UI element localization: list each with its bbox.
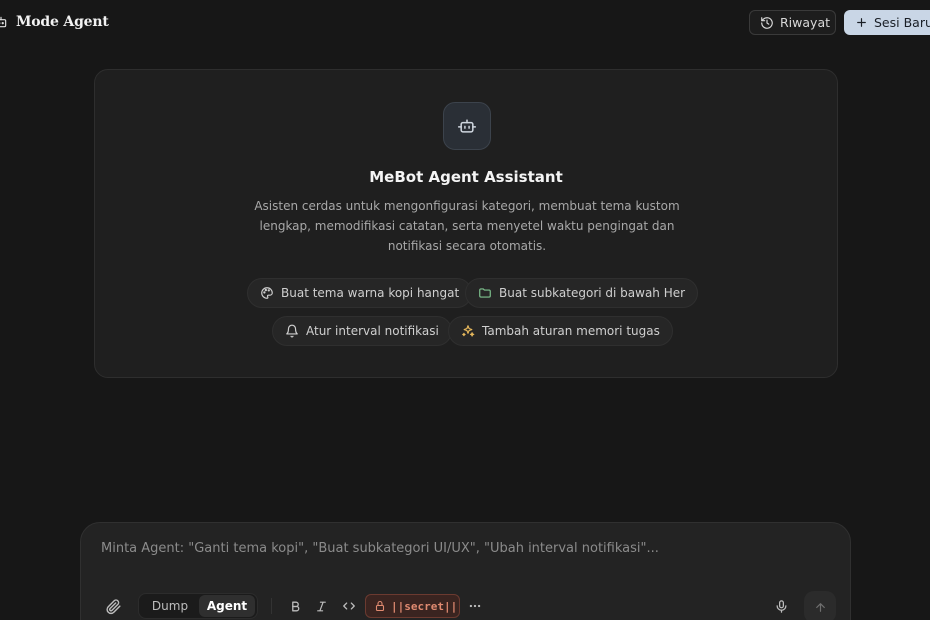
microphone-icon (774, 599, 789, 614)
composer: Dump Agent (80, 522, 851, 620)
composer-toolbar: Dump Agent ||secret|| (81, 591, 850, 620)
more-horizontal-icon (468, 599, 482, 613)
secret-label: ||secret|| (391, 599, 458, 613)
history-label: Riwayat (780, 15, 830, 30)
toolbar-divider (271, 598, 272, 614)
page-title: Mode Agent (16, 14, 109, 30)
welcome-card: MeBot Agent Assistant Asisten cerdas unt… (94, 69, 838, 378)
lock-icon (374, 600, 386, 612)
palette-icon (260, 286, 274, 300)
mode-agent-button[interactable]: Agent (199, 595, 255, 617)
bell-icon (285, 324, 299, 338)
code-button[interactable] (339, 596, 359, 616)
code-icon (342, 599, 356, 613)
send-button[interactable] (804, 591, 836, 620)
voice-input-button[interactable] (771, 596, 791, 616)
plus-icon (855, 16, 868, 29)
suggestion-chip-notification[interactable]: Atur interval notifikasi (272, 316, 452, 346)
history-button[interactable]: Riwayat (749, 10, 836, 35)
suggestion-chip-theme[interactable]: Buat tema warna kopi hangat (247, 278, 473, 308)
paperclip-icon (105, 598, 122, 615)
suggestion-label: Buat subkategori di bawah Her (499, 286, 686, 300)
suggestion-label: Atur interval notifikasi (306, 324, 439, 338)
suggestion-label: Tambah aturan memori tugas (482, 324, 660, 338)
new-session-button[interactable]: Sesi Baru (844, 10, 930, 35)
history-icon (760, 16, 774, 30)
welcome-description: Asisten cerdas untuk mengonfigurasi kate… (254, 199, 680, 253)
prompt-input[interactable] (101, 541, 821, 556)
suggestion-chip-memory-rule[interactable]: Tambah aturan memori tugas (448, 316, 673, 346)
italic-icon (315, 600, 328, 613)
sparkles-icon (461, 324, 475, 338)
bold-icon (289, 600, 302, 613)
secret-button[interactable]: ||secret|| (365, 594, 460, 618)
new-session-label: Sesi Baru (874, 15, 930, 30)
bot-icon (457, 116, 477, 136)
bot-icon (0, 13, 8, 31)
more-options-button[interactable] (465, 596, 485, 616)
brand: Mode Agent (0, 13, 109, 31)
bold-button[interactable] (285, 596, 305, 616)
bot-avatar (443, 102, 491, 150)
mode-toggle: Dump Agent (138, 593, 258, 619)
top-bar: Mode Agent Riwayat Sesi Baru (0, 0, 930, 46)
suggestion-label: Buat tema warna kopi hangat (281, 286, 460, 300)
arrow-up-icon (814, 601, 827, 614)
mode-dump-button[interactable]: Dump (141, 595, 199, 617)
folder-icon (478, 286, 492, 300)
suggestion-chip-subcategory[interactable]: Buat subkategori di bawah Her (465, 278, 699, 308)
attach-button[interactable] (103, 596, 123, 616)
italic-button[interactable] (311, 596, 331, 616)
welcome-title: MeBot Agent Assistant (369, 168, 563, 186)
